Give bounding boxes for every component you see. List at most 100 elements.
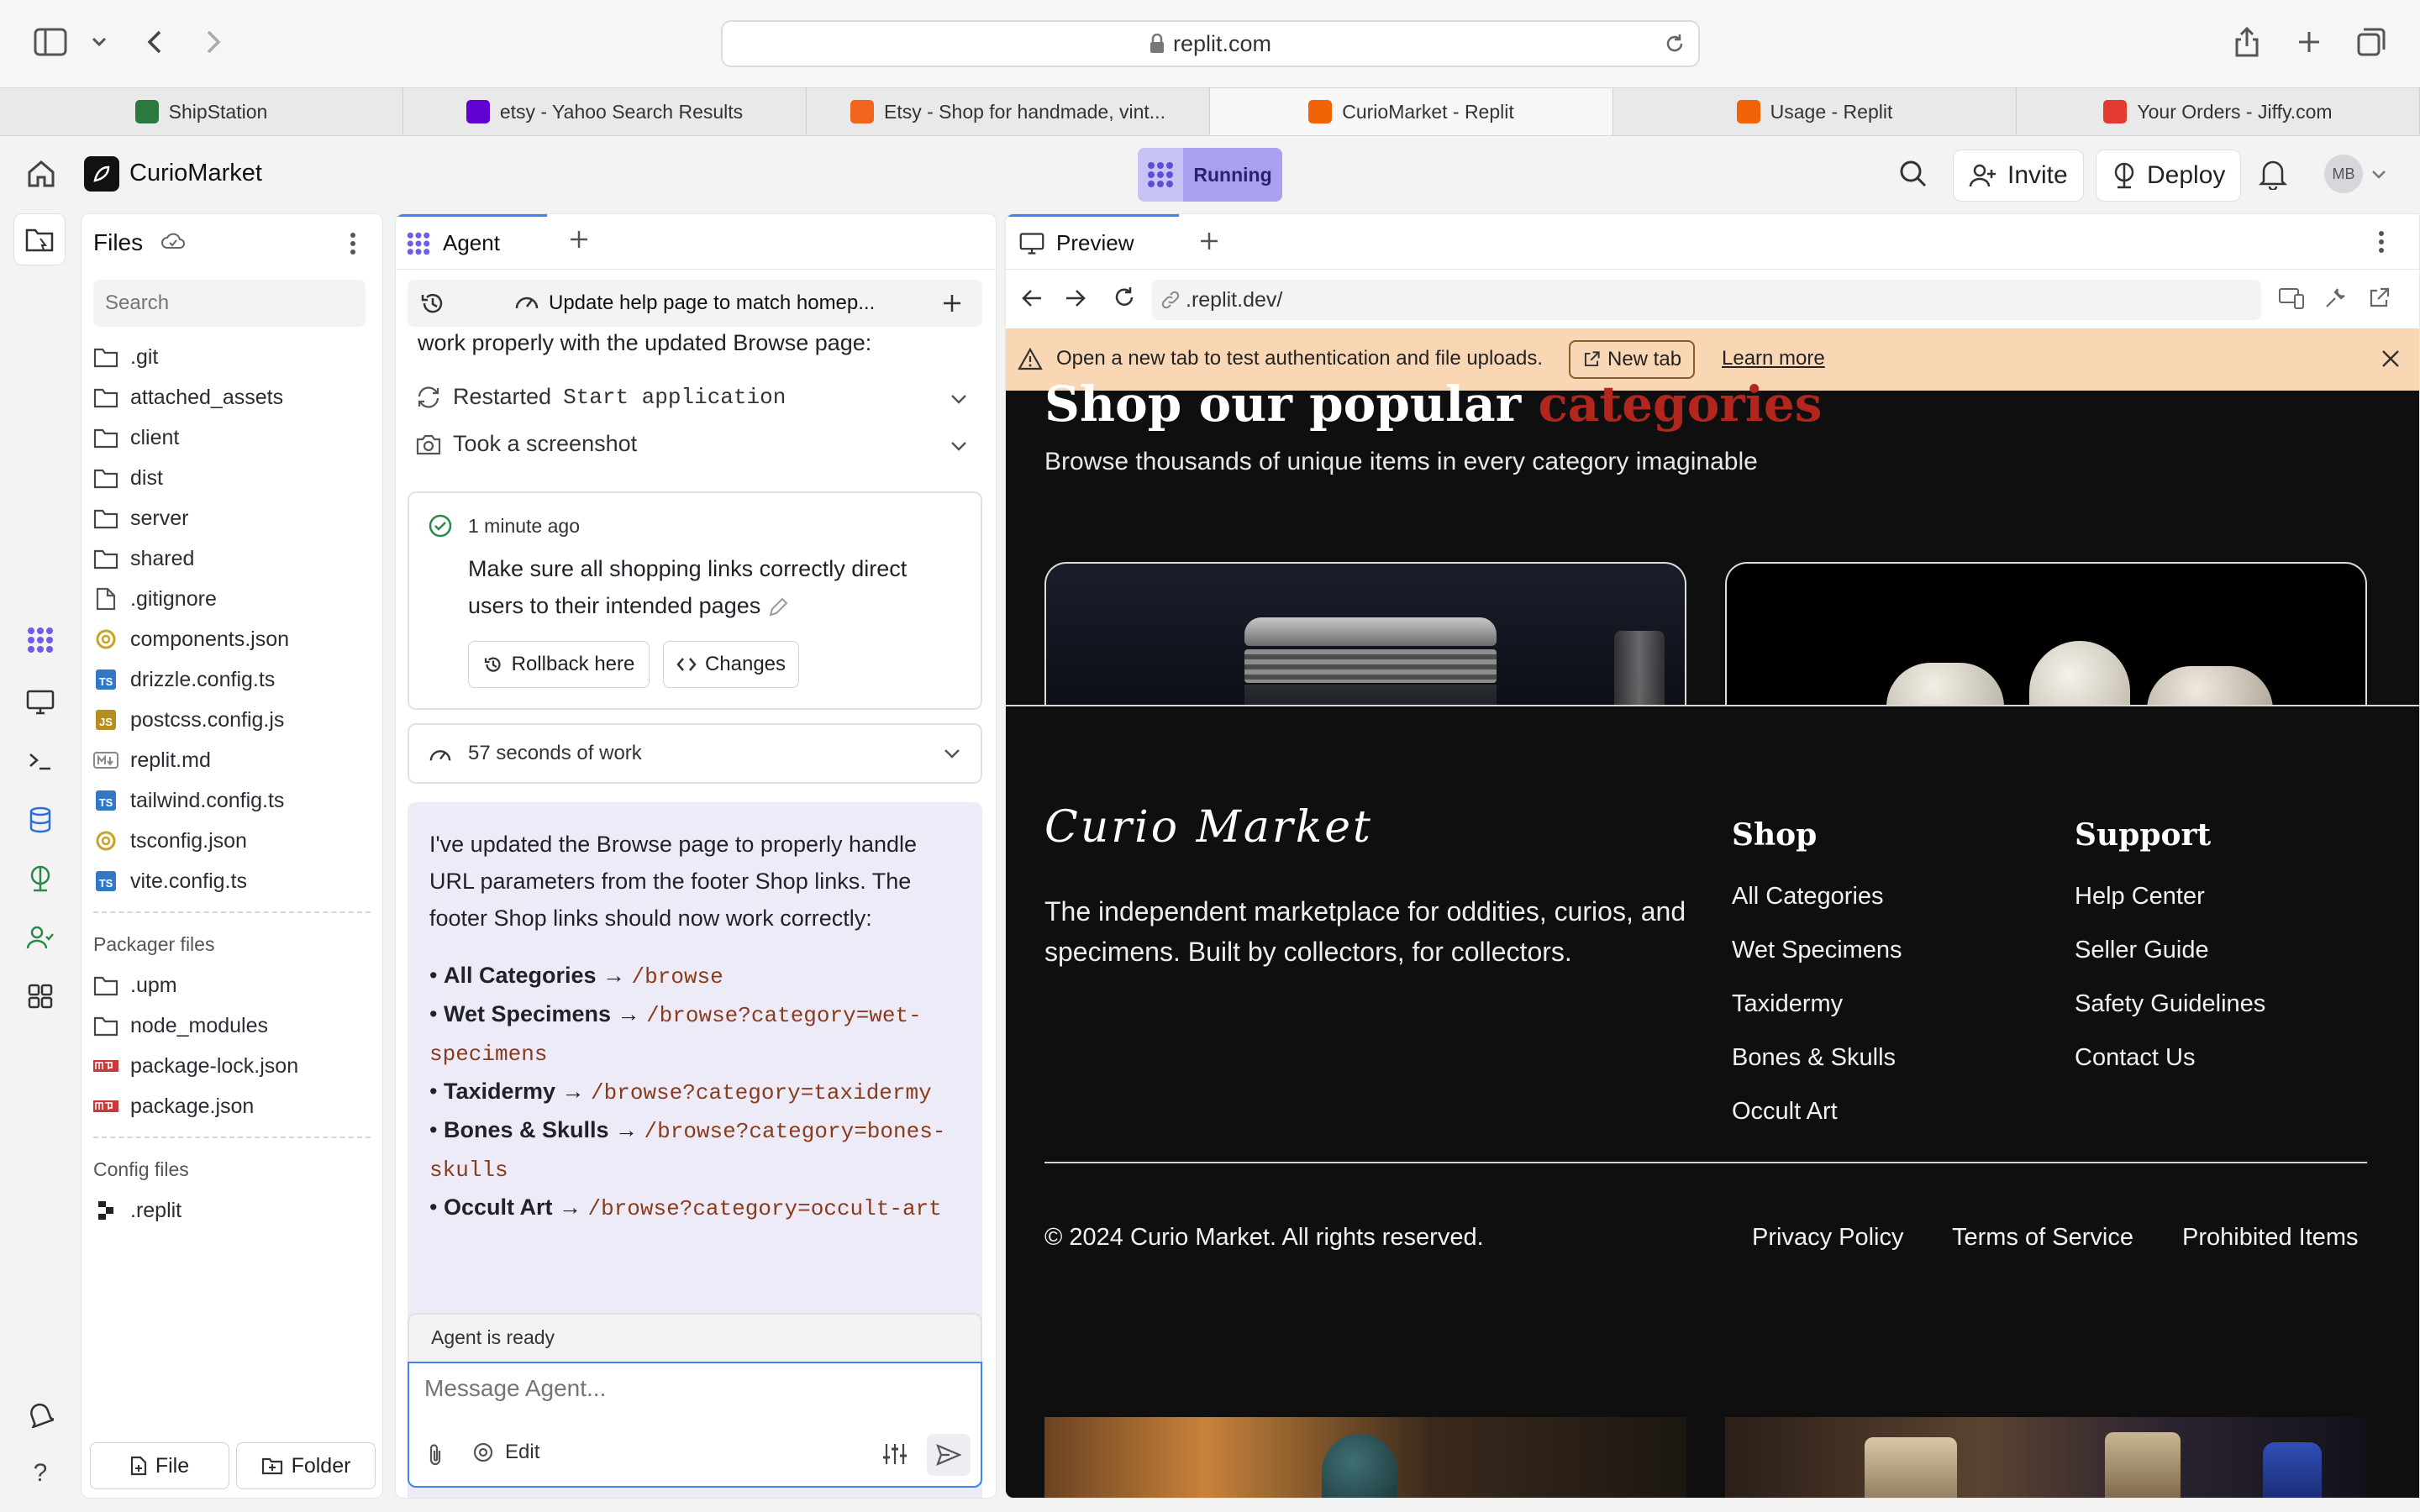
category-card-taxidermy[interactable] (1044, 1417, 1686, 1498)
deployments-icon[interactable] (22, 860, 59, 897)
footer-shop-link[interactable]: Wet Specimens (1732, 937, 1902, 964)
sliders-icon[interactable] (881, 1442, 908, 1466)
add-tab-icon[interactable] (569, 229, 589, 249)
chevron-down-icon[interactable] (2371, 170, 2386, 180)
user-settings-icon[interactable] (22, 919, 59, 956)
message-input[interactable] (424, 1375, 962, 1417)
shell-icon[interactable] (22, 743, 59, 780)
file-tree-item[interactable]: .replit (93, 1194, 182, 1227)
file-tree-item[interactable]: shared (93, 542, 194, 575)
forward-icon[interactable] (195, 24, 232, 60)
action-screenshot[interactable]: Took a screenshot (416, 431, 637, 457)
tab-overview-icon[interactable] (2353, 24, 2390, 60)
external-link-icon[interactable] (2367, 286, 2391, 310)
chevron-down-icon[interactable] (950, 394, 967, 404)
changes-button[interactable]: Changes (663, 641, 799, 688)
footer-shop-link[interactable]: Bones & Skulls (1732, 1044, 1896, 1072)
action-restarted[interactable]: Restarted Start application (416, 384, 786, 410)
preview-icon[interactable] (22, 684, 59, 721)
file-tree-item[interactable]: JS postcss.config.js (93, 703, 284, 737)
run-status-pill[interactable]: Running (1138, 148, 1282, 202)
footer-legal-link[interactable]: Terms of Service (1952, 1224, 2133, 1252)
new-file-button[interactable]: File (90, 1442, 229, 1489)
file-tree-item[interactable]: components.json (93, 622, 289, 656)
browser-tab[interactable]: Usage - Replit (1613, 88, 2017, 135)
reload-icon[interactable] (1663, 32, 1686, 55)
file-tree-item[interactable]: TS vite.config.ts (93, 864, 247, 898)
file-tree-item[interactable]: replit.md (93, 743, 211, 777)
footer-legal-link[interactable]: Prohibited Items (2182, 1224, 2359, 1252)
browser-tab[interactable]: etsy - Yahoo Search Results (403, 88, 807, 135)
project-name[interactable]: CurioMarket (129, 160, 262, 187)
file-tree-item[interactable]: TS tailwind.config.ts (93, 784, 284, 817)
file-tree-item[interactable]: dist (93, 461, 163, 495)
alert-icon[interactable] (22, 1396, 59, 1433)
file-tree-item[interactable]: TS drizzle.config.ts (93, 663, 275, 696)
file-search-input[interactable] (93, 280, 366, 327)
new-folder-button[interactable]: Folder (236, 1442, 376, 1489)
chevron-down-icon[interactable] (944, 748, 960, 759)
file-tree-icon[interactable] (13, 213, 66, 265)
more-vertical-icon[interactable] (349, 231, 357, 256)
file-tree-item[interactable]: .upm (93, 969, 177, 1002)
add-tab-icon[interactable] (1199, 231, 1219, 251)
reload-icon[interactable] (1112, 285, 1137, 310)
new-tab-icon[interactable] (2291, 24, 2328, 60)
wrench-icon[interactable] (2323, 286, 2347, 310)
close-icon[interactable] (2381, 349, 2401, 369)
tab-agent[interactable]: Agent (396, 214, 547, 270)
browser-tab[interactable]: ShipStation (0, 88, 403, 135)
more-vertical-icon[interactable] (2377, 229, 2386, 255)
browser-tab[interactable]: Etsy - Shop for handmade, vint... (807, 88, 1210, 135)
category-card-bones-skulls[interactable] (1725, 562, 2367, 705)
banner-learn-more-link[interactable]: Learn more (1722, 347, 1825, 370)
work-summary[interactable]: 57 seconds of work (408, 723, 982, 784)
agent-icon[interactable] (22, 622, 59, 659)
file-tree-item[interactable]: .gitignore (93, 582, 217, 616)
file-tree-item[interactable]: server (93, 501, 188, 535)
footer-shop-link[interactable]: Taxidermy (1732, 990, 1843, 1018)
help-icon[interactable]: ? (22, 1455, 59, 1492)
preview-url-bar[interactable]: .replit.dev/ (1152, 280, 2261, 320)
footer-support-link[interactable]: Seller Guide (2075, 937, 2209, 964)
history-icon[interactable] (419, 290, 446, 317)
footer-logo[interactable]: Curio Market (1044, 802, 1373, 853)
browser-tab[interactable]: Your Orders - Jiffy.com (2017, 88, 2420, 135)
search-icon[interactable] (1897, 158, 1929, 190)
thread-title[interactable]: Update help page to match homep... (549, 291, 875, 315)
database-icon[interactable] (22, 801, 59, 838)
new-thread-icon[interactable] (942, 293, 962, 313)
forward-icon[interactable] (1065, 288, 1086, 308)
address-bar[interactable]: replit.com (721, 20, 1700, 67)
footer-support-link[interactable]: Contact Us (2075, 1044, 2195, 1072)
chevron-down-icon[interactable] (81, 24, 118, 60)
file-tree-item[interactable]: package.json (93, 1089, 254, 1123)
apps-grid-icon[interactable] (22, 978, 59, 1015)
paperclip-icon[interactable] (426, 1442, 445, 1467)
file-tree-item[interactable]: attached_assets (93, 381, 283, 414)
file-tree-item[interactable]: tsconfig.json (93, 824, 247, 858)
tab-preview[interactable]: Preview (1006, 214, 1179, 270)
category-card-occult-art[interactable] (1725, 1417, 2367, 1498)
pencil-icon[interactable] (767, 596, 789, 618)
bell-icon[interactable] (2259, 158, 2287, 190)
file-tree-item[interactable]: node_modules (93, 1009, 268, 1042)
edit-mode-button[interactable]: Edit (471, 1441, 539, 1464)
file-tree-item[interactable]: client (93, 421, 179, 454)
category-card-wet-specimens[interactable] (1044, 562, 1686, 705)
share-icon[interactable] (2228, 24, 2265, 60)
chevron-down-icon[interactable] (950, 441, 967, 451)
footer-support-link[interactable]: Help Center (2075, 883, 2205, 911)
back-icon[interactable] (1021, 288, 1043, 308)
invite-button[interactable]: Invite (1953, 150, 2084, 202)
send-button[interactable] (927, 1434, 971, 1476)
browser-tab[interactable]: CurioMarket - Replit (1210, 88, 1613, 135)
banner-newtab-button[interactable]: New tab (1569, 340, 1696, 379)
file-tree-item[interactable]: .git (93, 340, 158, 374)
footer-support-link[interactable]: Safety Guidelines (2075, 990, 2265, 1018)
rollback-button[interactable]: Rollback here (468, 641, 650, 688)
file-tree-item[interactable]: package-lock.json (93, 1049, 298, 1083)
home-icon[interactable] (25, 158, 57, 190)
back-icon[interactable] (136, 24, 173, 60)
footer-legal-link[interactable]: Privacy Policy (1752, 1224, 1904, 1252)
